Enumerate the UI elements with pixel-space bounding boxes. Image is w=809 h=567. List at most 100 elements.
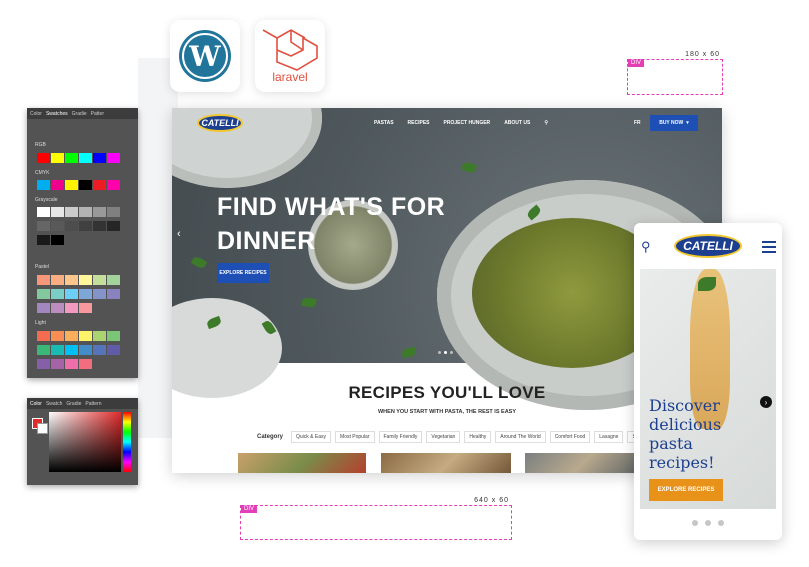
- carousel-dot[interactable]: [438, 351, 441, 354]
- tab-patterns[interactable]: Patter: [91, 111, 104, 117]
- category-chip[interactable]: Most Popular: [335, 431, 375, 443]
- swatch[interactable]: [65, 359, 78, 369]
- chevron-left-icon[interactable]: ‹: [177, 228, 181, 240]
- swatch[interactable]: [107, 153, 120, 163]
- swatch[interactable]: [93, 345, 106, 355]
- buy-now-button[interactable]: BUY NOW ▾: [650, 115, 698, 131]
- search-icon[interactable]: ⚲: [641, 239, 651, 255]
- swatch[interactable]: [65, 275, 78, 285]
- nav-item-recipes[interactable]: RECIPES: [408, 120, 430, 126]
- category-chip[interactable]: Family Friendly: [378, 431, 423, 443]
- swatch[interactable]: [65, 331, 78, 341]
- tab-swatches[interactable]: Swatch: [46, 401, 62, 407]
- category-chip[interactable]: Lasagne: [594, 431, 624, 443]
- swatch[interactable]: [51, 345, 64, 355]
- carousel-dot[interactable]: [450, 351, 453, 354]
- swatch[interactable]: [51, 221, 64, 231]
- swatch[interactable]: [107, 180, 120, 190]
- lang-toggle[interactable]: FR: [634, 120, 641, 126]
- swatch-group-cmyk[interactable]: CMYK: [35, 170, 49, 176]
- swatch[interactable]: [93, 221, 106, 231]
- swatch[interactable]: [79, 289, 92, 299]
- swatch[interactable]: [65, 153, 78, 163]
- swatch[interactable]: [51, 153, 64, 163]
- catelli-logo[interactable]: CATELLI: [197, 114, 243, 132]
- swatch[interactable]: [37, 331, 50, 341]
- recipe-card-image[interactable]: [525, 453, 635, 473]
- swatch[interactable]: [65, 303, 78, 313]
- swatch[interactable]: [37, 359, 50, 369]
- swatch[interactable]: [107, 345, 120, 355]
- catelli-logo[interactable]: CATELLI: [674, 234, 742, 258]
- chevron-right-icon[interactable]: ›: [760, 396, 772, 408]
- swatch[interactable]: [107, 207, 120, 217]
- recipe-card-image[interactable]: [238, 453, 366, 473]
- category-chip[interactable]: Around The World: [495, 431, 546, 443]
- swatch[interactable]: [51, 289, 64, 299]
- swatch[interactable]: [51, 235, 64, 245]
- hue-slider[interactable]: [123, 412, 131, 472]
- swatch-group-pastel[interactable]: Pastel: [35, 264, 49, 270]
- swatch[interactable]: [37, 235, 50, 245]
- tab-color[interactable]: Color: [30, 111, 42, 117]
- swatch[interactable]: [93, 180, 106, 190]
- swatch[interactable]: [37, 275, 50, 285]
- mobile-explore-recipes-button[interactable]: EXPLORE RECIPES: [649, 479, 723, 501]
- swatch[interactable]: [37, 221, 50, 231]
- swatch[interactable]: [93, 289, 106, 299]
- swatch-group-rgb[interactable]: RGB: [35, 142, 46, 148]
- swatch[interactable]: [93, 207, 106, 217]
- swatch[interactable]: [65, 345, 78, 355]
- explore-recipes-button[interactable]: EXPLORE RECIPES: [217, 263, 269, 283]
- swatch[interactable]: [107, 331, 120, 341]
- category-chip[interactable]: Healthy: [464, 431, 492, 443]
- swatch[interactable]: [79, 345, 92, 355]
- swatch[interactable]: [65, 180, 78, 190]
- category-chip[interactable]: Vegetarian: [426, 431, 461, 443]
- swatch[interactable]: [37, 207, 50, 217]
- carousel-dot[interactable]: [718, 520, 724, 526]
- recipe-card-image[interactable]: [381, 453, 511, 473]
- swatch[interactable]: [51, 180, 64, 190]
- carousel-dot[interactable]: [444, 351, 447, 354]
- swatch[interactable]: [79, 331, 92, 341]
- swatch[interactable]: [51, 359, 64, 369]
- swatch[interactable]: [107, 221, 120, 231]
- swatch[interactable]: [37, 180, 50, 190]
- swatch[interactable]: [93, 275, 106, 285]
- hamburger-menu-icon[interactable]: [762, 241, 776, 253]
- swatch[interactable]: [79, 153, 92, 163]
- swatch[interactable]: [79, 303, 92, 313]
- background-color-swatch[interactable]: [37, 423, 48, 434]
- swatch[interactable]: [79, 180, 92, 190]
- swatch[interactable]: [107, 275, 120, 285]
- color-saturation-field[interactable]: [49, 412, 121, 472]
- category-chip[interactable]: Comfort Food: [549, 431, 591, 443]
- swatch[interactable]: [93, 331, 106, 341]
- search-icon[interactable]: ⚲: [544, 120, 548, 126]
- swatch-group-light[interactable]: Light: [35, 320, 46, 326]
- tab-gradients[interactable]: Gradie: [66, 401, 81, 407]
- swatch[interactable]: [107, 289, 120, 299]
- swatch[interactable]: [37, 303, 50, 313]
- tab-swatches[interactable]: Swatches: [46, 111, 68, 117]
- tab-gradients[interactable]: Gradie: [72, 111, 87, 117]
- swatch[interactable]: [93, 153, 106, 163]
- nav-item-project-hunger[interactable]: PROJECT HUNGER: [444, 120, 491, 126]
- swatch[interactable]: [37, 289, 50, 299]
- carousel-dot[interactable]: [692, 520, 698, 526]
- swatch[interactable]: [51, 331, 64, 341]
- tab-patterns[interactable]: Pattern: [85, 401, 101, 407]
- swatch-group-grayscale[interactable]: Grayscale: [35, 197, 58, 203]
- tab-color[interactable]: Color: [30, 401, 42, 407]
- swatch[interactable]: [37, 153, 50, 163]
- swatch[interactable]: [79, 275, 92, 285]
- swatch[interactable]: [51, 303, 64, 313]
- swatch[interactable]: [65, 207, 78, 217]
- carousel-dot[interactable]: [705, 520, 711, 526]
- nav-item-about-us[interactable]: ABOUT US: [504, 120, 530, 126]
- swatch[interactable]: [79, 359, 92, 369]
- swatch[interactable]: [65, 289, 78, 299]
- swatch[interactable]: [65, 221, 78, 231]
- swatch[interactable]: [51, 207, 64, 217]
